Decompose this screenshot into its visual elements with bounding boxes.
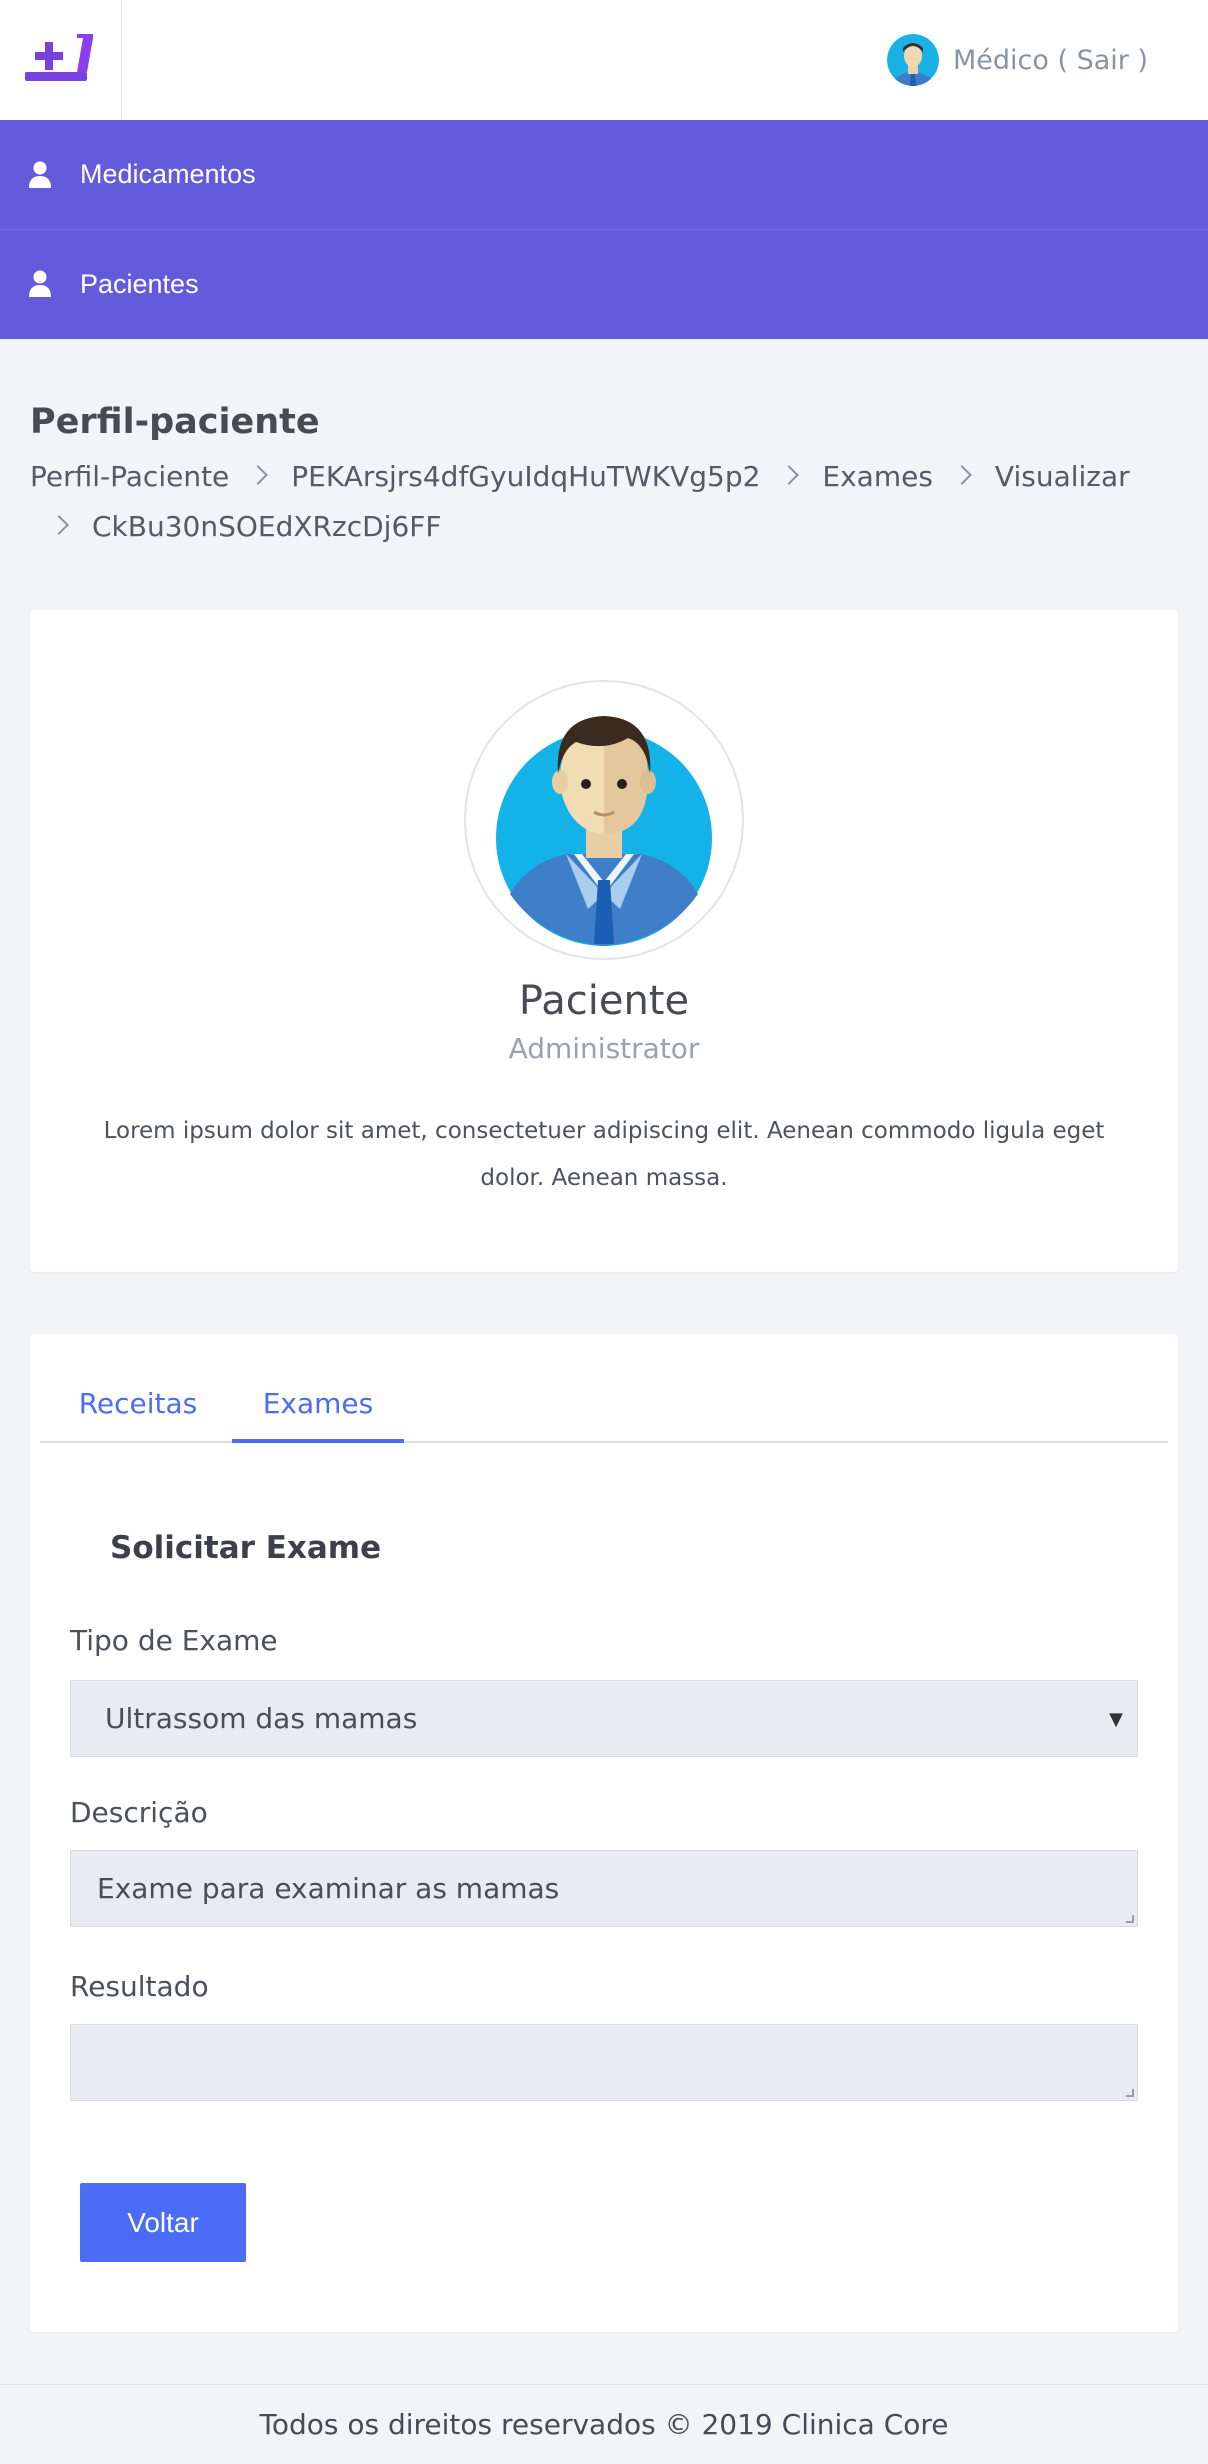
user-icon (29, 161, 51, 188)
menu-item-label: Medicamentos (80, 159, 256, 189)
chevron-right-icon (952, 465, 972, 485)
chevron-right-icon (248, 465, 269, 485)
tab-exames[interactable]: Exames (232, 1368, 404, 1443)
clinic-logo-icon (24, 34, 93, 81)
page-title: Perfil-paciente (30, 402, 320, 442)
profile-card: Paciente Administrator Lorem ipsum dolor… (30, 610, 1178, 1272)
chevron-right-icon (49, 515, 69, 535)
logo[interactable] (0, 0, 122, 120)
user-icon (29, 270, 51, 297)
user-logout-link[interactable]: Médico ( Sair ) (953, 45, 1148, 76)
top-bar: Médico ( Sair ) (0, 0, 1208, 120)
profile-name: Paciente (518, 978, 690, 1024)
menu-item-pacientes[interactable]: Pacientes (0, 229, 1208, 338)
breadcrumb-item[interactable]: Perfil-Paciente (30, 460, 229, 493)
user-menu[interactable]: Médico ( Sair ) (886, 32, 1148, 88)
avatar (886, 34, 939, 86)
breadcrumb-item[interactable]: PEKArsjrs4dfGyuIdqHuTWKVg5p2 (291, 460, 760, 493)
result-textarea[interactable] (70, 2024, 1138, 2101)
description-value: Exame para examinar as mamas (97, 1872, 560, 1905)
form-title: Solicitar Exame (110, 1530, 382, 1566)
back-button[interactable]: Voltar (80, 2183, 246, 2262)
resize-handle-icon[interactable] (1126, 2089, 1134, 2097)
footer: Todos os direitos reservados © 2019 Clin… (0, 2384, 1208, 2464)
resize-handle-icon[interactable] (1126, 1915, 1134, 1923)
tab-bar: Receitas Exames (40, 1368, 1168, 1443)
description-textarea[interactable]: Exame para examinar as mamas (70, 1850, 1138, 1927)
tab-receitas[interactable]: Receitas (60, 1368, 216, 1443)
menu-item-medicamentos[interactable]: Medicamentos (0, 120, 1208, 229)
description-label: Descrição (70, 1796, 208, 1829)
exam-type-value: Ultrassom das mamas (105, 1702, 418, 1735)
profile-role: Administrator (508, 1032, 700, 1065)
doctor-avatar-icon (496, 716, 712, 946)
menu-item-label: Pacientes (80, 268, 199, 299)
profile-avatar (464, 680, 744, 960)
caret-down-icon: ▼ (1109, 1709, 1123, 1730)
profile-description: Lorem ipsum dolor sit amet, consectetuer… (103, 1118, 1105, 1191)
exam-type-label: Tipo de Exame (70, 1624, 278, 1657)
breadcrumb-item[interactable]: Exames (822, 460, 933, 493)
main-menu: Medicamentos Pacientes (0, 120, 1208, 339)
chevron-right-icon (779, 465, 800, 485)
breadcrumb-item-current: CkBu30nSOEdXRzcDj6FF (92, 510, 442, 543)
result-label: Resultado (70, 1970, 209, 2003)
exam-card: Receitas Exames Solicitar Exame Tipo de … (30, 1334, 1178, 2332)
breadcrumb: Perfil-Paciente PEKArsjrs4dfGyuIdqHuTWKVg… (30, 452, 1180, 552)
breadcrumb-item[interactable]: Visualizar (995, 460, 1130, 493)
exam-type-select[interactable]: Ultrassom das mamas ▼ (70, 1680, 1138, 1757)
